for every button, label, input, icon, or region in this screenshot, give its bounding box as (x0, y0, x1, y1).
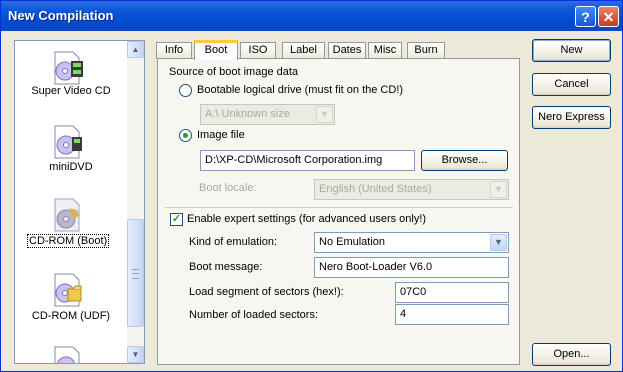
compilation-type-list[interactable]: Super Video CD miniDVD CD-ROM (Boot) CD-… (14, 40, 145, 364)
new-button[interactable]: New (532, 39, 611, 62)
window-title: New Compilation (8, 8, 114, 23)
scroll-down-button[interactable]: ▼ (127, 346, 144, 363)
boot-message-value: Nero Boot-Loader V6.0 (319, 261, 433, 273)
list-item-label: CD-ROM (UDF) (31, 310, 111, 322)
image-file-label[interactable]: Image file (197, 129, 245, 141)
num-sectors-input[interactable]: 4 (395, 304, 509, 325)
expert-settings-checkbox[interactable]: ✓ (170, 213, 183, 226)
list-item-label: miniDVD (49, 161, 93, 173)
new-compilation-window: New Compilation ? ✕ Super Video CD miniD… (0, 0, 623, 372)
kind-of-emulation-select[interactable]: No Emulation ▼ (314, 232, 509, 253)
tab-boot[interactable]: Boot (194, 40, 238, 60)
list-scrollbar[interactable]: ▲ ▼ (127, 41, 144, 363)
num-sectors-value: 4 (400, 308, 407, 320)
load-segment-value: 07C0 (400, 286, 427, 298)
tab-dates[interactable]: Dates (328, 42, 366, 59)
image-file-value: D:\XP-CD\Microsoft Corporation.img (205, 154, 383, 166)
nero-express-button[interactable]: Nero Express (532, 106, 611, 129)
cancel-button[interactable]: Cancel (532, 73, 611, 96)
divider (165, 207, 513, 208)
help-button[interactable]: ? (575, 6, 596, 27)
tab-misc[interactable]: Misc (368, 42, 402, 59)
chevron-down-icon[interactable]: ▼ (490, 234, 507, 251)
bootable-drive-label[interactable]: Bootable logical drive (must fit on the … (197, 84, 403, 96)
cd-rom-boot-icon (54, 198, 80, 232)
scroll-thumb[interactable] (127, 219, 144, 327)
list-item-label: Super Video CD (31, 85, 111, 97)
image-file-input[interactable]: D:\XP-CD\Microsoft Corporation.img (200, 150, 415, 171)
list-item-label-selected: CD-ROM (Boot) (27, 234, 110, 248)
close-button[interactable]: ✕ (598, 6, 619, 27)
bootable-drive-radio[interactable] (179, 84, 192, 97)
drive-select-value: A:\ Unknown size (205, 108, 290, 120)
tab-iso[interactable]: ISO (240, 42, 276, 59)
load-segment-label: Load segment of sectors (hex!): (189, 286, 344, 298)
tab-burn[interactable]: Burn (407, 42, 445, 59)
boot-locale-value: English (United States) (319, 183, 432, 195)
chevron-down-icon: ▼ (490, 181, 507, 198)
chevron-down-icon: ▼ (316, 106, 333, 123)
boot-message-label: Boot message: (189, 261, 263, 273)
browse-button[interactable]: Browse... (421, 150, 508, 171)
cd-rom-udf-icon (54, 273, 82, 307)
image-file-radio[interactable] (179, 129, 192, 142)
title-bar[interactable]: New Compilation ? ✕ (1, 1, 622, 31)
disc-icon (54, 346, 80, 363)
drive-select: A:\ Unknown size ▼ (200, 104, 335, 125)
minidvd-icon (54, 125, 82, 159)
boot-locale-select: English (United States) ▼ (314, 179, 509, 200)
source-heading: Source of boot image data (169, 66, 299, 78)
tab-info[interactable]: Info (156, 42, 192, 59)
super-video-cd-icon (54, 51, 83, 85)
tab-label[interactable]: Label (282, 42, 325, 59)
expert-settings-label[interactable]: Enable expert settings (for advanced use… (187, 213, 426, 225)
kind-of-emulation-value: No Emulation (319, 236, 386, 248)
boot-message-input[interactable]: Nero Boot-Loader V6.0 (314, 257, 509, 278)
kind-of-emulation-label: Kind of emulation: (189, 236, 278, 248)
open-button[interactable]: Open... (532, 343, 611, 366)
scroll-up-button[interactable]: ▲ (127, 41, 144, 58)
num-sectors-label: Number of loaded sectors: (189, 309, 319, 321)
boot-locale-label: Boot locale: (199, 182, 257, 194)
load-segment-input[interactable]: 07C0 (395, 282, 509, 303)
